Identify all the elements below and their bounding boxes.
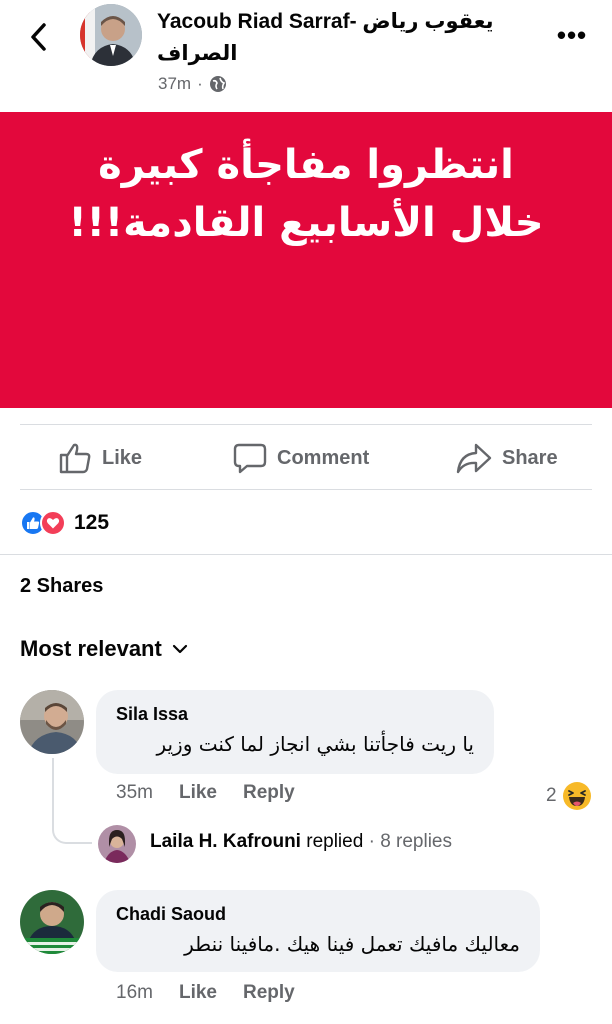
more-horizontal-icon: ••• (556, 19, 588, 50)
chevron-down-icon (172, 644, 187, 654)
comment-like-button[interactable]: Like (179, 782, 217, 804)
comment-reaction-count: 2 (546, 785, 557, 806)
thumbs-up-icon (59, 443, 91, 474)
post-header: Yacoub Riad Sarraf- يعقوب رياض الصراف 37… (0, 0, 612, 110)
divider (0, 554, 612, 555)
comment-author[interactable]: Sila Issa (116, 704, 188, 725)
back-button[interactable] (22, 20, 56, 54)
reply-thread-line (52, 758, 92, 844)
author-name[interactable]: Yacoub Riad Sarraf- يعقوب رياض الصراف (157, 6, 517, 70)
commenter-avatar[interactable] (20, 690, 84, 754)
like-button[interactable]: Like (58, 438, 142, 478)
like-label: Like (102, 446, 143, 469)
replies-count: 8 replies (380, 831, 453, 852)
share-label: Share (502, 446, 558, 469)
share-arrow-icon (456, 443, 492, 474)
comment-reaction-summary[interactable]: 2 (546, 782, 591, 810)
post-text-line-2: خلال الأسابيع القادمة!!! (68, 200, 544, 246)
comment-button[interactable]: Comment (233, 438, 369, 478)
view-replies-link[interactable]: Laila H. Kafrouni replied · 8 replies (150, 831, 452, 853)
commenter-avatar[interactable] (20, 890, 84, 954)
sort-label: Most relevant (20, 636, 162, 661)
reaction-summary[interactable]: 125 (20, 508, 109, 538)
comment-author[interactable]: Chadi Saoud (116, 904, 226, 925)
comment-sort-dropdown[interactable]: Most relevant (20, 636, 188, 662)
back-chevron-icon (31, 23, 46, 51)
post-content[interactable]: انتظروا مفاجأة كبيرة خلال الأسابيع القاد… (0, 112, 612, 408)
divider (20, 489, 592, 490)
comment-bubble[interactable]: Chadi Saoud معاليك مافيك تعمل فينا هيك .… (96, 890, 540, 972)
reply-separator: · (368, 831, 375, 852)
more-options-button[interactable]: ••• (552, 20, 592, 50)
comment-time: 16m (116, 982, 153, 1003)
haha-reaction-icon (562, 782, 591, 810)
comment-text: معاليك مافيك تعمل فينا هيك .مافينا ننطر (184, 932, 520, 956)
post-timestamp: 37m · (158, 74, 227, 94)
comment-label: Comment (277, 446, 370, 469)
comment-meta: 35m Like Reply (116, 782, 321, 804)
replier-name: Laila H. Kafrouni (150, 831, 301, 852)
comment-icon (233, 443, 267, 474)
author-avatar[interactable] (80, 4, 142, 66)
reaction-count: 125 (74, 511, 110, 534)
comment-time: 35m (116, 782, 153, 803)
comment-meta: 16m Like Reply (116, 982, 321, 1004)
comment-reply-button[interactable]: Reply (243, 782, 295, 804)
comment-reply-button[interactable]: Reply (243, 982, 295, 1004)
globe-icon (209, 76, 226, 92)
post-text-line-1: انتظروا مفاجأة كبيرة (98, 142, 514, 188)
post-time: 37m (158, 74, 192, 93)
share-button[interactable]: Share (456, 438, 558, 478)
meta-separator: · (197, 74, 203, 93)
replier-avatar[interactable] (98, 825, 136, 863)
comment-like-button[interactable]: Like (179, 982, 217, 1004)
love-reaction-icon (40, 510, 66, 536)
comment-bubble[interactable]: Sila Issa يا ريت فاجأتنا بشي انجاز لما ك… (96, 690, 494, 774)
divider (20, 424, 592, 425)
replied-label: replied (306, 831, 364, 852)
shares-count[interactable]: 2 Shares (20, 575, 103, 598)
comment-text: يا ريت فاجأتنا بشي انجاز لما كنت وزير (156, 732, 474, 756)
post-text: انتظروا مفاجأة كبيرة خلال الأسابيع القاد… (0, 136, 612, 252)
